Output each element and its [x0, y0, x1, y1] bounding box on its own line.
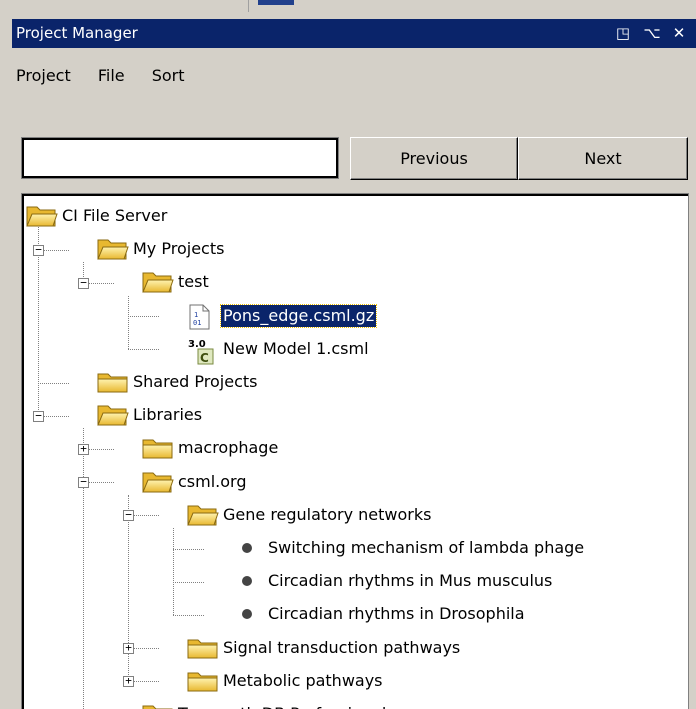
expand-toggle-icon[interactable]: +: [78, 443, 89, 455]
tree-node[interactable]: Circadian rhythms in Drosophila: [232, 600, 527, 628]
tree-node-label[interactable]: Transpath DB Professional: [176, 700, 388, 709]
tree-node[interactable]: Circadian rhythms in Mus musculus: [232, 567, 554, 595]
tree-node-label[interactable]: Metabolic pathways: [221, 667, 385, 695]
folder-open-icon: [97, 403, 129, 436]
tree-node-label[interactable]: csml.org: [176, 468, 249, 496]
tree-node[interactable]: test: [142, 268, 211, 296]
folder-open-icon: [97, 237, 129, 270]
panel-title: Project Manager: [16, 24, 138, 42]
tree-node[interactable]: CI File Server: [26, 202, 169, 230]
tree-node[interactable]: C 3.0 New Model 1.csml: [187, 335, 371, 365]
tree-connector: [173, 615, 204, 616]
collapse-toggle-icon[interactable]: −: [78, 277, 89, 289]
restore-icon[interactable]: ◳: [612, 19, 634, 48]
tree-node[interactable]: macrophage: [142, 434, 280, 462]
tree-node-label[interactable]: CI File Server: [60, 202, 169, 230]
tree-node[interactable]: Shared Projects: [97, 368, 260, 396]
tree-node[interactable]: Signal transduction pathways: [187, 634, 462, 662]
tree-node[interactable]: 1 01 Pons_edge.csml.gz: [187, 302, 378, 330]
folder-icon: [187, 636, 219, 669]
close-icon[interactable]: ✕: [668, 19, 690, 48]
tree-connector: [128, 349, 159, 351]
menu-bar: Project File Sort: [12, 62, 199, 90]
tree-node-label[interactable]: test: [176, 268, 211, 296]
folder-open-icon: [26, 204, 58, 237]
next-button[interactable]: Next: [518, 137, 688, 180]
folder-open-icon: [187, 503, 219, 536]
tree-node-label[interactable]: Shared Projects: [131, 368, 260, 396]
tree-node-label[interactable]: Circadian rhythms in Mus musculus: [266, 567, 554, 595]
search-input[interactable]: [21, 137, 339, 179]
bullet-icon: [242, 576, 252, 587]
tree-node[interactable]: Metabolic pathways: [187, 667, 385, 695]
tree-node-label[interactable]: Gene regulatory networks: [221, 501, 433, 529]
tree-connector: [128, 295, 129, 350]
collapse-toggle-icon[interactable]: −: [33, 410, 44, 422]
folder-icon: [97, 370, 129, 403]
tree-node[interactable]: Transpath DB Professional: [142, 700, 388, 709]
tree-node-label[interactable]: Switching mechanism of lambda phage: [266, 534, 586, 562]
tree-node-label[interactable]: Signal transduction pathways: [221, 634, 462, 662]
collapse-toggle-icon[interactable]: −: [123, 509, 134, 522]
folder-open-icon: [142, 470, 174, 503]
pin-icon[interactable]: ⌥: [641, 19, 663, 48]
tree-node[interactable]: Libraries: [97, 401, 204, 429]
svg-text:C: C: [200, 351, 209, 365]
collapse-toggle-icon[interactable]: −: [78, 476, 89, 489]
tree-connector: [38, 382, 69, 384]
svg-text:3.0: 3.0: [188, 339, 206, 350]
tree-node[interactable]: csml.org: [142, 468, 249, 496]
svg-text:01: 01: [193, 319, 201, 327]
tree-connector: [83, 428, 84, 709]
tree-node-label[interactable]: My Projects: [131, 235, 226, 263]
expand-toggle-icon[interactable]: +: [123, 675, 134, 688]
menu-file[interactable]: File: [90, 62, 133, 90]
toolbar-separator: [248, 0, 249, 12]
previous-button[interactable]: Previous: [350, 137, 518, 180]
tree-connector: [173, 548, 204, 550]
tree-connector: [173, 581, 204, 583]
tree-node[interactable]: Gene regulatory networks: [187, 501, 433, 529]
tree-node-label[interactable]: New Model 1.csml: [221, 335, 371, 363]
collapse-toggle-icon[interactable]: −: [33, 244, 44, 256]
tree-connector: [128, 316, 159, 318]
tree-node[interactable]: Switching mechanism of lambda phage: [232, 534, 586, 562]
tree-node-label[interactable]: Libraries: [131, 401, 204, 429]
bullet-icon: [242, 609, 252, 620]
svg-text:1: 1: [194, 311, 198, 319]
tree-node[interactable]: My Projects: [97, 235, 226, 263]
menu-sort[interactable]: Sort: [144, 62, 193, 90]
folder-open-icon: [142, 270, 174, 303]
folder-icon: [142, 702, 174, 709]
folder-icon: [187, 669, 219, 702]
panel-titlebar[interactable]: Project Manager ◳ ⌥ ✕: [12, 19, 696, 48]
tree-node-label[interactable]: Pons_edge.csml.gz: [219, 303, 378, 328]
project-tree[interactable]: CI File Server − My Projects − test 1 01 Pons_e…: [21, 193, 689, 709]
tree-node-label[interactable]: Circadian rhythms in Drosophila: [266, 600, 527, 628]
bullet-icon: [242, 543, 252, 553]
menu-project[interactable]: Project: [12, 62, 79, 90]
top-toolbar-strip: [0, 0, 696, 12]
binary-file-icon: 1 01: [187, 304, 211, 339]
tree-node-label[interactable]: macrophage: [176, 434, 280, 462]
folder-icon: [142, 436, 174, 469]
expand-toggle-icon[interactable]: +: [123, 642, 134, 655]
tree-connector: [173, 528, 174, 615]
toolbar-indicator: [258, 0, 294, 5]
